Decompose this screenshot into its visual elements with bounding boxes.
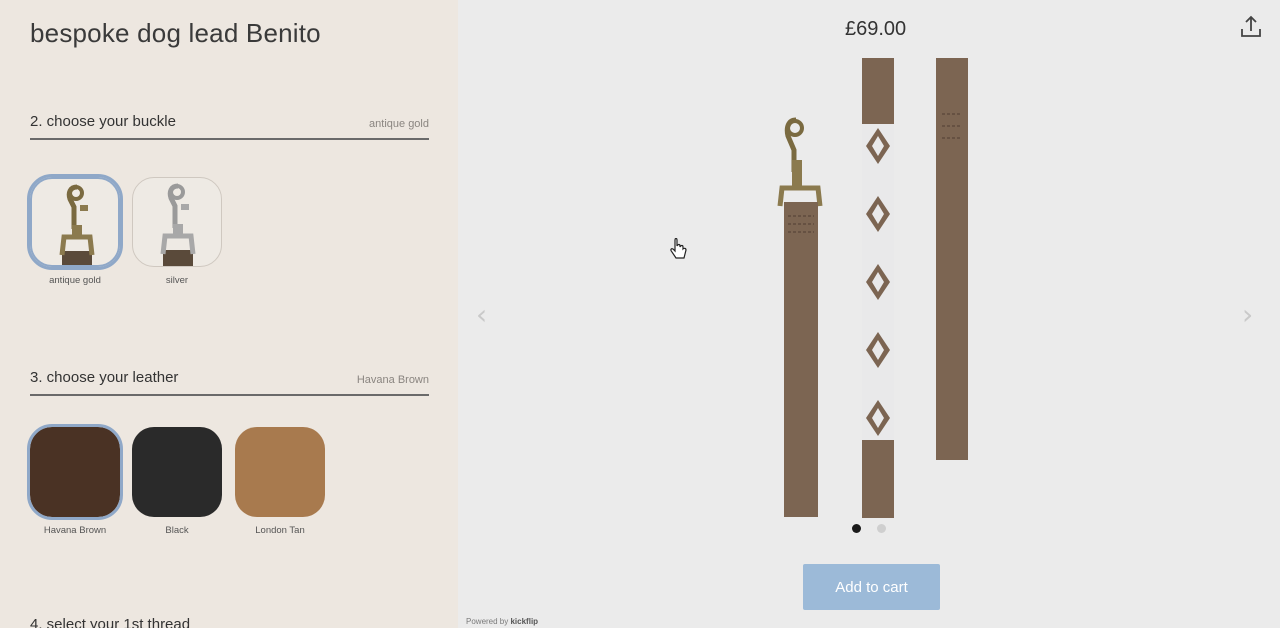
product-price: £69.00	[845, 18, 907, 40]
buckle-section-header: 2. choose your buckle antique gold	[30, 110, 429, 140]
carousel-dots	[852, 524, 886, 533]
product-title: bespoke dog lead Benito	[30, 18, 321, 48]
lead-woven-segment	[862, 58, 894, 518]
buckle-antique-gold-icon	[59, 184, 95, 265]
carousel-dot-2[interactable]	[877, 524, 886, 533]
buckle-option-antique-gold[interactable]: antique gold	[27, 174, 123, 286]
buckle-section-title: 2. choose your buckle	[30, 113, 176, 130]
powered-by-label: Powered by	[466, 617, 509, 626]
leather-option-label: Black	[165, 525, 189, 536]
leather-swatch-black[interactable]	[132, 427, 222, 517]
share-icon[interactable]	[1238, 14, 1264, 40]
product-viewer: £69.00 ‹ › Add to cart Powered by kickfl…	[458, 0, 1280, 628]
chevron-right-icon[interactable]: ›	[1242, 298, 1253, 331]
buckle-option-silver[interactable]: silver	[132, 177, 222, 286]
powered-by-brand[interactable]: kickflip	[510, 617, 538, 626]
configurator-panel: bespoke dog lead Benito 2. choose your b…	[0, 0, 458, 628]
buckle-option-label: antique gold	[49, 275, 101, 286]
leather-option-black[interactable]: Black	[132, 427, 222, 536]
leather-section-header: 3. choose your leather Havana Brown	[30, 366, 429, 396]
leather-option-havana-brown[interactable]: Havana Brown	[27, 424, 123, 536]
buckle-swatch-silver[interactable]	[132, 177, 222, 267]
lead-buckle-segment	[777, 117, 823, 517]
buckle-option-label: silver	[165, 275, 189, 286]
add-to-cart-button[interactable]: Add to cart	[803, 564, 940, 610]
hand-pointer-icon	[670, 238, 687, 259]
leather-option-label: London Tan	[255, 525, 305, 536]
dog-lead-product-image	[777, 58, 968, 518]
lead-handle-segment	[936, 58, 968, 460]
buckle-silver-icon	[160, 183, 196, 266]
chevron-left-icon[interactable]: ‹	[476, 298, 487, 331]
leather-option-label: Havana Brown	[43, 525, 107, 536]
leather-selected-value: Havana Brown	[356, 374, 429, 386]
leather-swatch-havana-brown[interactable]	[27, 424, 123, 520]
carousel-dot-1[interactable]	[852, 524, 861, 533]
leather-swatch-london-tan[interactable]	[235, 427, 325, 517]
buckle-selected-value: antique gold	[369, 118, 429, 130]
leather-section-title: 3. choose your leather	[30, 369, 179, 386]
powered-by-footer: Powered by kickflip	[466, 617, 538, 626]
thread-section-title: 4. select your 1st thread	[30, 616, 191, 628]
buckle-swatch-antique-gold[interactable]	[27, 174, 123, 270]
leather-option-london-tan[interactable]: London Tan	[235, 427, 325, 536]
